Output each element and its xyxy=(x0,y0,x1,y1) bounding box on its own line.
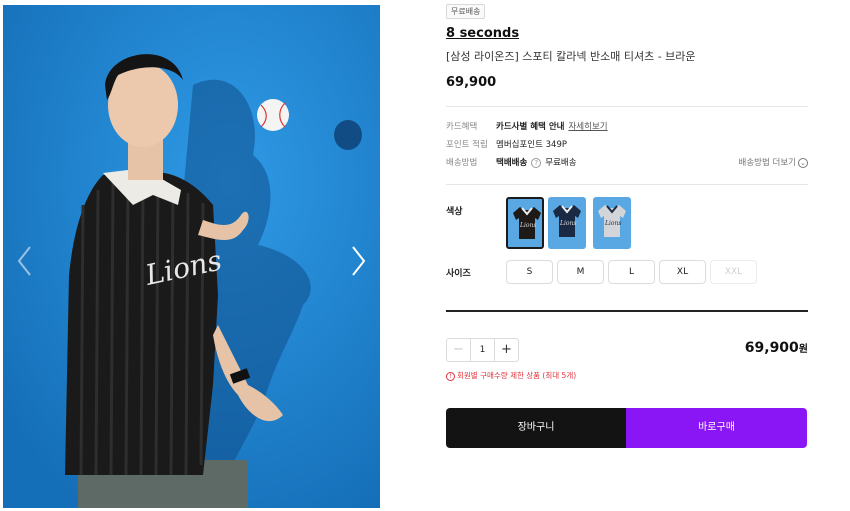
shipping-more-button[interactable]: 배송방법 더보기 ⌄ xyxy=(739,156,808,170)
shirt-icon: Lions xyxy=(553,205,581,237)
shipping-method: 택배배송 xyxy=(496,158,528,168)
size-m-button[interactable]: M xyxy=(557,260,604,284)
next-image-button[interactable] xyxy=(346,243,370,279)
divider xyxy=(446,310,808,312)
help-icon[interactable]: ? xyxy=(531,157,542,168)
previous-image-button[interactable] xyxy=(13,243,37,279)
chevron-down-icon: ⌄ xyxy=(798,157,808,168)
shipping-row: 배송방법 택배배송? 무료배송 배송방법 더보기 ⌄ xyxy=(446,156,808,170)
quantity-increase-button[interactable]: + xyxy=(494,339,518,361)
product-name: [삼성 라이온즈] 스포티 칼라넥 반소매 티셔츠 - 브라운 xyxy=(446,50,696,63)
shirt-icon: Lions xyxy=(598,205,626,237)
chevron-left-icon xyxy=(17,246,31,276)
shipping-label: 배송방법 xyxy=(446,158,478,168)
quantity-decrease-button[interactable]: − xyxy=(447,339,471,361)
shirt-icon: Lions xyxy=(513,207,541,239)
add-to-cart-button[interactable]: 장바구니 xyxy=(446,408,626,448)
shipping-value: 택배배송? 무료배송 xyxy=(496,156,577,170)
shipping-fee: 무료배송 xyxy=(545,158,577,168)
point-value: 멤버십포인트 349P xyxy=(496,140,567,150)
divider xyxy=(446,106,808,107)
color-swatch-grey[interactable]: Lions xyxy=(593,197,631,249)
total-price: 69,900원 xyxy=(744,340,808,356)
chevron-right-icon xyxy=(352,246,366,276)
alert-icon: ! xyxy=(446,371,455,381)
point-label: 포인트 적립 xyxy=(446,140,488,150)
svg-text:Lions: Lions xyxy=(519,222,536,229)
size-l-button[interactable]: L xyxy=(608,260,655,284)
product-image-gallery: Lions xyxy=(3,5,380,508)
card-benefit-row: 카드혜택 카드사별 혜택 안내 자세히보기 xyxy=(446,120,808,134)
card-benefit-value: 카드사별 혜택 안내 자세히보기 xyxy=(496,122,608,132)
size-option-label: 사이즈 xyxy=(446,269,471,279)
card-benefit-label: 카드혜택 xyxy=(446,122,478,132)
size-xxl-button: XXL xyxy=(710,260,757,284)
purchase-limit-notice: ! 회원별 구매수량 제한 상품 (최대 5개) xyxy=(446,370,576,381)
buy-now-button[interactable]: 바로구매 xyxy=(626,408,807,448)
color-swatch-brown[interactable]: Lions xyxy=(506,197,544,249)
product-photo: Lions xyxy=(3,5,380,508)
quantity-value[interactable]: 1 xyxy=(471,339,494,361)
card-benefit-detail-link[interactable]: 자세히보기 xyxy=(568,122,607,132)
free-shipping-badge: 무료배송 xyxy=(446,4,486,19)
brand-link[interactable]: 8 seconds xyxy=(446,26,519,41)
svg-text:Lions: Lions xyxy=(604,220,621,227)
color-swatch-navy[interactable]: Lions xyxy=(548,197,586,249)
svg-text:Lions: Lions xyxy=(559,220,576,227)
quantity-stepper: − 1 + xyxy=(446,338,519,362)
color-option-label: 색상 xyxy=(446,207,463,217)
size-xl-button[interactable]: XL xyxy=(659,260,706,284)
size-s-button[interactable]: S xyxy=(506,260,553,284)
divider xyxy=(446,184,808,185)
point-row: 포인트 적립 멤버십포인트 349P xyxy=(446,138,808,152)
product-price: 69,900 xyxy=(446,75,497,90)
product-info-panel: 무료배송 8 seconds [삼성 라이온즈] 스포티 칼라넥 반소매 티셔츠… xyxy=(446,0,808,511)
